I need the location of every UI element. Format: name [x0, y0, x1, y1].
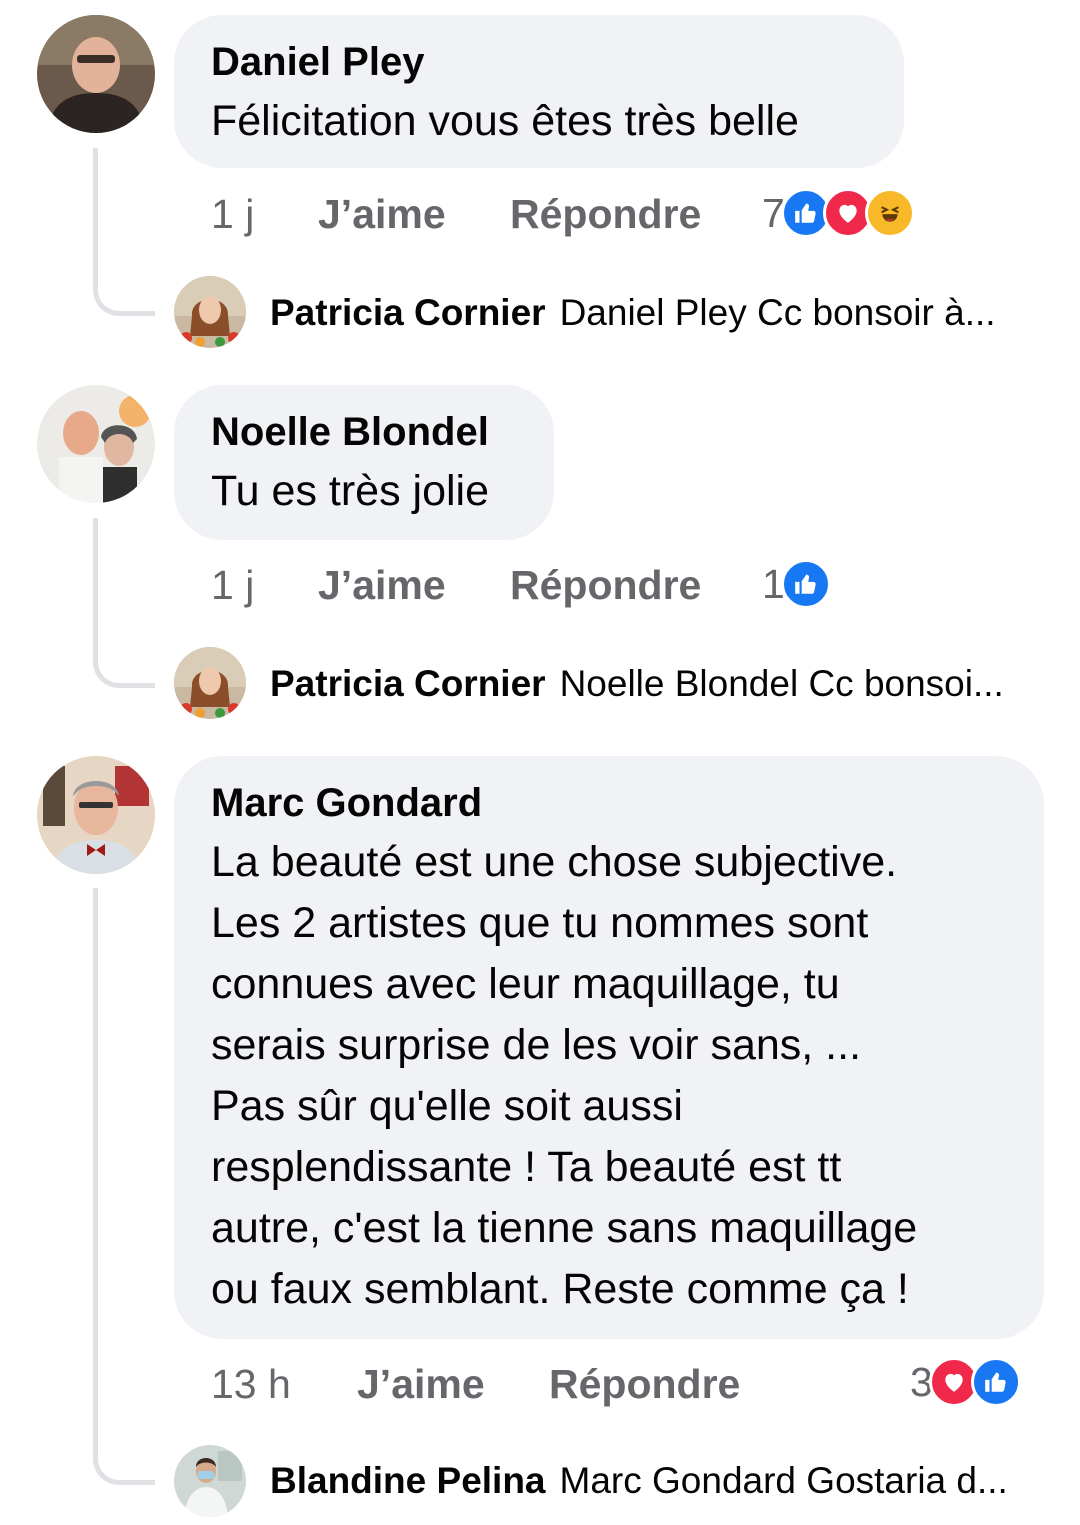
avatar-daniel-pley-image — [37, 15, 155, 133]
avatar[interactable] — [37, 756, 155, 874]
comment-time[interactable]: 1 j — [211, 555, 254, 615]
avatar[interactable] — [37, 15, 155, 133]
thread-line — [93, 518, 155, 688]
avatar[interactable] — [37, 385, 155, 503]
comment-thread: Daniel Pley Félicitation vous êtes très … — [0, 0, 1080, 1525]
reaction-summary[interactable]: 7 — [762, 187, 915, 239]
like-icon — [970, 1357, 1021, 1407]
like-button[interactable]: J’aime — [318, 184, 446, 244]
reply-preview[interactable]: Patricia Cornier Daniel Pley Cc bonsoir à… — [270, 283, 996, 343]
reaction-summary[interactable]: 1 — [762, 558, 831, 610]
comment-time[interactable]: 13 h — [211, 1354, 291, 1414]
comment-author[interactable]: Noelle Blondel — [211, 409, 517, 455]
like-icon — [780, 559, 831, 609]
comment-text: Félicitation vous êtes très belle — [211, 97, 799, 145]
reply-author[interactable]: Blandine Pelina — [270, 1460, 546, 1501]
avatar[interactable] — [174, 1445, 246, 1517]
avatar-patricia-cornier-image — [174, 647, 246, 719]
comment-author[interactable]: Marc Gondard — [211, 780, 1007, 826]
reaction-summary[interactable]: 3 — [910, 1356, 1021, 1408]
reply-preview[interactable]: Patricia Cornier Noelle Blondel Cc bonsoi… — [270, 654, 1004, 714]
haha-icon — [864, 188, 915, 238]
reply-button[interactable]: Répondre — [510, 555, 701, 615]
comment-actions: 1 j J’aime Répondre — [211, 555, 1011, 615]
avatar[interactable] — [174, 647, 246, 719]
avatar-noelle-blondel-image — [37, 385, 155, 503]
reply-button[interactable]: Répondre — [510, 184, 701, 244]
avatar[interactable] — [174, 276, 246, 348]
reply-text: Daniel Pley Cc bonsoir à... — [559, 292, 996, 333]
comment-bubble: Noelle Blondel Tu es très jolie — [174, 385, 554, 540]
comment-author[interactable]: Daniel Pley — [211, 39, 867, 85]
comment-bubble: Daniel Pley Félicitation vous êtes très … — [174, 15, 904, 168]
like-button[interactable]: J’aime — [318, 555, 446, 615]
comment-text: Tu es très jolie — [211, 467, 490, 515]
thread-line — [93, 148, 155, 316]
reply-author[interactable]: Patricia Cornier — [270, 292, 546, 333]
like-button[interactable]: J’aime — [357, 1354, 485, 1414]
thread-line — [93, 888, 155, 1485]
reply-preview[interactable]: Blandine Pelina Marc Gondard Gostaria d..… — [270, 1451, 1008, 1511]
reply-author[interactable]: Patricia Cornier — [270, 663, 546, 704]
comment-time[interactable]: 1 j — [211, 184, 254, 244]
comment-bubble: Marc Gondard La beauté est une chose sub… — [174, 756, 1044, 1339]
reply-button[interactable]: Répondre — [549, 1354, 740, 1414]
comment-text: La beauté est une chose subjective. Les … — [211, 838, 918, 1313]
reply-text: Noelle Blondel Cc bonsoi... — [559, 663, 1004, 704]
comment-actions: 13 h J’aime Répondre — [211, 1354, 1011, 1414]
avatar-blandine-pelina-image — [174, 1445, 246, 1517]
avatar-patricia-cornier-image — [174, 276, 246, 348]
avatar-marc-gondard-image — [37, 756, 155, 874]
reply-text: Marc Gondard Gostaria d... — [559, 1460, 1008, 1501]
